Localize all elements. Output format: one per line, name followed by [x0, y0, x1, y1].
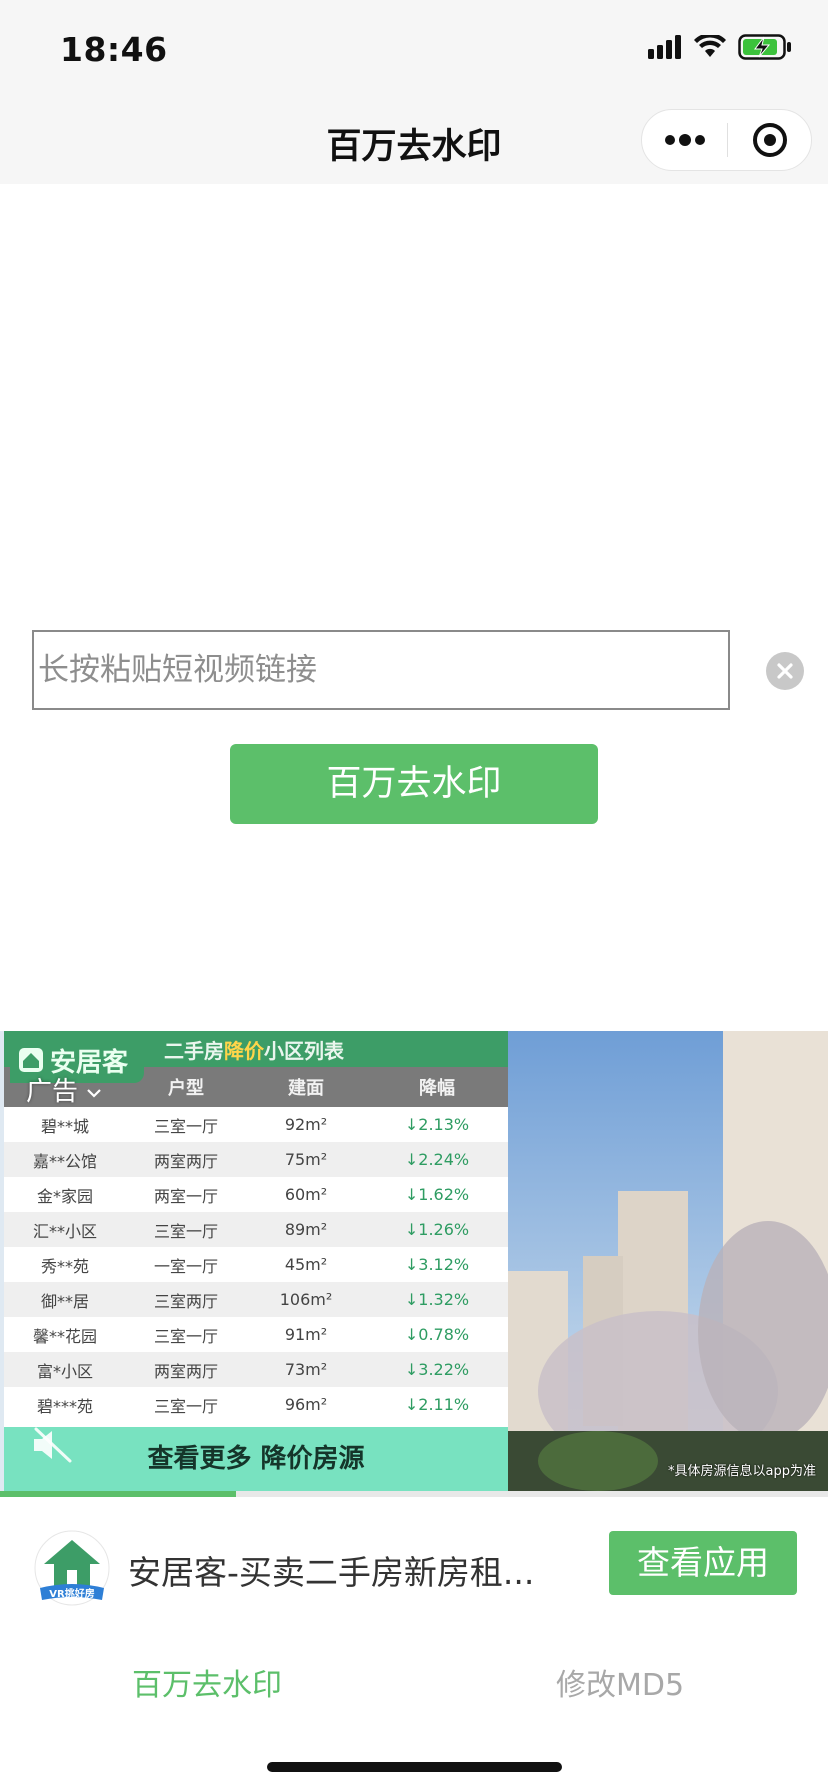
ad-table-cell: ↓3.22%	[404, 1360, 470, 1379]
tab-modify-md5[interactable]: 修改MD5	[556, 1660, 684, 1704]
cellular-signal-icon	[648, 35, 681, 59]
ad-table-cell: 三室一厅	[153, 1116, 218, 1136]
ad-table-cell: 富*小区	[36, 1361, 93, 1381]
ad-table-cell: 75m²	[284, 1150, 328, 1169]
ad-table-row: 秀**苑 一室一厅 45m² ↓3.12%	[4, 1247, 508, 1282]
ad-table-row: 御**居 三室两厅 106m² ↓1.32%	[4, 1282, 508, 1317]
ad-table-cell: ↓1.62%	[404, 1185, 470, 1204]
top-bar: 18:46 百万去水印	[0, 0, 828, 184]
ad-table-cell: 三室两厅	[153, 1291, 218, 1311]
more-button[interactable]	[642, 110, 727, 170]
ad-table-cell: 碧**城	[40, 1116, 89, 1136]
ad-app-name: 安居客-买卖二手房新房租...	[128, 1553, 535, 1592]
ad-table-cell: 60m²	[284, 1185, 328, 1204]
ad-table-cell: ↓2.13%	[404, 1115, 470, 1134]
ad-table-cell: ↓1.26%	[404, 1220, 470, 1239]
ad-table-row: 嘉**公馆 两室两厅 75m² ↓2.24%	[4, 1142, 508, 1177]
ad-table-cell: 秀**苑	[40, 1256, 89, 1276]
battery-charging-icon	[738, 34, 791, 60]
ad-table-cell: 两室一厅	[153, 1186, 218, 1206]
ad-table-cell: ↓2.24%	[404, 1150, 470, 1169]
remove-watermark-button[interactable]: 百万去水印	[230, 744, 598, 824]
ad-table-cell: ↓1.32%	[404, 1290, 470, 1309]
ad-progress-bar	[0, 1491, 828, 1497]
ad-table-rows: 碧**城 三室一厅 92m² ↓2.13% 嘉**公馆 两室两厅 75m² ↓2.24% 金*家…	[4, 1107, 508, 1422]
chevron-down-icon	[87, 1088, 102, 1098]
video-link-input[interactable]	[32, 630, 730, 710]
ad-table-cell: 89m²	[284, 1220, 328, 1239]
tab-remove-watermark[interactable]: 百万去水印	[132, 1660, 282, 1704]
ad-table-cell: 三室一厅	[153, 1396, 218, 1416]
column-header: 户型	[168, 1078, 204, 1099]
mini-program-capsule	[641, 109, 812, 171]
status-icons	[648, 34, 792, 60]
anjuke-app-icon: VR挑好房	[34, 1530, 110, 1606]
ad-table-cell: 45m²	[284, 1255, 328, 1274]
ad-table-row: 汇**小区 三室一厅 89m² ↓1.26%	[4, 1212, 508, 1247]
column-header: 建面	[288, 1078, 324, 1099]
ad-table-cell: 碧***苑	[36, 1396, 93, 1416]
ad-table-cell: 三室一厅	[153, 1221, 218, 1241]
ad-table-row: 碧**城 三室一厅 92m² ↓2.13%	[4, 1107, 508, 1142]
ad-table-row: 碧***苑 三室一厅 96m² ↓2.11%	[4, 1387, 508, 1422]
clear-input-button[interactable]	[766, 652, 804, 690]
ad-table-cell: 御**居	[40, 1291, 89, 1311]
view-app-button[interactable]: 查看应用	[609, 1531, 797, 1595]
ad-table-cell: 两室两厅	[153, 1151, 218, 1171]
ad-table-cell: 73m²	[284, 1360, 328, 1379]
column-header: 降幅	[419, 1078, 455, 1099]
ad-table-row: 馨**花园 三室一厅 91m² ↓0.78%	[4, 1317, 508, 1352]
ad-label-dropdown[interactable]: 广告	[26, 1071, 102, 1108]
tab-bar: 百万去水印 修改MD5	[0, 1640, 828, 1710]
ad-app-row[interactable]: VR挑好房 安居客-买卖二手房新房租... 查看应用	[0, 1500, 828, 1640]
ad-table-cell: 一室一厅	[153, 1256, 218, 1276]
ad-table-cell: ↓2.11%	[404, 1395, 470, 1414]
ad-table-cell: 96m²	[284, 1395, 328, 1414]
ad-table-cell: 91m²	[284, 1325, 328, 1344]
ad-table-cell: 嘉**公馆	[32, 1151, 97, 1171]
more-dots-icon	[664, 134, 705, 146]
ad-table-cell: 汇**小区	[32, 1221, 97, 1241]
home-indicator	[267, 1762, 562, 1772]
ad-table-cell: 馨**花园	[32, 1326, 97, 1346]
status-time: 18:46	[60, 30, 168, 69]
ad-table-row: 金*家园 两室一厅 60m² ↓1.62%	[4, 1177, 508, 1212]
ad-building-photo	[508, 1031, 828, 1491]
target-icon	[752, 123, 787, 157]
ad-table-cell: 金*家园	[36, 1186, 93, 1206]
ad-video[interactable]: 二手房降价小区列表 户型 建面 降幅 碧**城 三室一厅 92m² ↓2.13% 嘉**…	[0, 1031, 828, 1491]
ad-table-title: 二手房降价小区列表	[164, 1039, 344, 1063]
ad-table-cell: 三室一厅	[153, 1326, 218, 1346]
ad-progress-fill	[0, 1491, 236, 1497]
ad-table-cell: ↓3.12%	[404, 1255, 470, 1274]
close-mini-program-button[interactable]	[728, 110, 811, 170]
ad-table-cell: 92m²	[284, 1115, 328, 1134]
ad-disclaimer: *具体房源信息以app为准	[668, 1464, 816, 1479]
ad-cta-banner: 查看更多 降价房源	[4, 1427, 508, 1491]
ad-table-cell: 两室两厅	[153, 1361, 218, 1381]
ad-table-cell: 106m²	[279, 1290, 333, 1309]
ad-table-row: 富*小区 两室两厅 73m² ↓3.22%	[4, 1352, 508, 1387]
ad-table-cell: ↓0.78%	[404, 1325, 470, 1344]
close-icon	[777, 663, 793, 679]
mute-icon[interactable]	[30, 1425, 76, 1465]
wifi-icon	[694, 35, 726, 57]
house-icon	[19, 1048, 43, 1072]
svg-text:VR挑好房: VR挑好房	[49, 1587, 94, 1600]
